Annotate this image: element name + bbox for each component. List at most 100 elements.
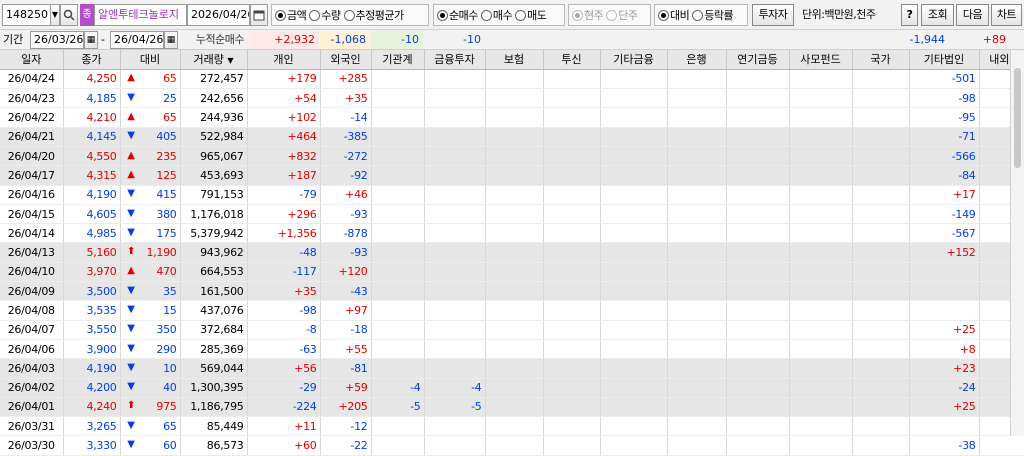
cell-trust: [543, 320, 601, 340]
unit-radio-0[interactable]: 금액: [275, 7, 307, 23]
calendar-icon[interactable]: [250, 4, 268, 26]
cell-close: 5,160: [63, 242, 121, 263]
next-button[interactable]: 다음: [956, 4, 989, 26]
cell-pe: [789, 358, 853, 379]
table-row[interactable]: 26/04/154,605▼3801,176,018+296-93-149-53: [0, 204, 1024, 225]
radio-circle-icon[interactable]: [437, 9, 448, 21]
calendar-from-icon[interactable]: ▦: [84, 31, 98, 49]
cell-indiv: -117: [247, 262, 321, 283]
trade-radio-label: 매수: [492, 9, 513, 22]
cum-indiv: +2,932: [247, 31, 319, 49]
col-pension[interactable]: 연기금등: [726, 50, 790, 70]
cell-oth-corp: +25: [909, 320, 980, 340]
cell-oth-corp: [909, 416, 980, 437]
help-button[interactable]: ?: [901, 4, 918, 26]
radio-circle-icon[interactable]: [343, 9, 355, 21]
trade-radio-0[interactable]: 순매수: [437, 7, 478, 23]
chart-button[interactable]: 차트: [991, 4, 1022, 26]
col-indiv[interactable]: 개인: [247, 50, 321, 70]
col-oth-fin[interactable]: 기타금융: [600, 50, 668, 70]
col-close[interactable]: 종가: [63, 50, 121, 70]
col-bank[interactable]: 은행: [667, 50, 727, 70]
cell-oth-corp: -24: [909, 378, 980, 398]
cell-trust: [543, 416, 601, 437]
table-row[interactable]: 26/04/073,550▼350372,684-8-18+25+2: [0, 320, 1024, 340]
cum-oth-corp: -1,944: [909, 33, 945, 46]
radio-circle-icon[interactable]: [572, 9, 583, 21]
share-radio-0[interactable]: 현주: [572, 7, 604, 23]
compare-radio-1[interactable]: 등락률: [692, 7, 734, 23]
code-dropdown-icon[interactable]: ▼: [50, 4, 60, 26]
radio-circle-icon[interactable]: [275, 9, 286, 21]
table-row[interactable]: 26/04/01 4,240 ⬆ 975 1,186,795 -224 +205 -5 -5 +2…: [0, 397, 1024, 418]
unit-radio-2[interactable]: 추정평균가: [343, 7, 405, 23]
radio-circle-icon[interactable]: [515, 9, 527, 21]
cell-change: ▼ 40: [120, 378, 181, 398]
col-volume[interactable]: 거래량 ▼: [180, 50, 248, 70]
col-foreign[interactable]: 외국인: [320, 50, 372, 70]
table-row[interactable]: 26/04/234,185▼25242,656+54+35-98+9: [0, 88, 1024, 109]
table-row[interactable]: 26/04/204,550▲235965,067+832-272-566+6: [0, 146, 1024, 167]
col-nation[interactable]: 국가: [852, 50, 910, 70]
table-row[interactable]: 26/04/06 3,900 ▼ 290 285,369 -63 +55 +8: [0, 339, 1024, 360]
col-pe[interactable]: 사모펀드: [789, 50, 853, 70]
table-row[interactable]: 26/04/135,160⬆1,190943,962-48-93+152-10: [0, 242, 1024, 263]
table-row[interactable]: 26/04/174,315▲125453,693+187-92-84-11: [0, 165, 1024, 186]
unit-radio-1[interactable]: 수량: [309, 7, 341, 23]
down-triangle-icon: ▼: [127, 323, 135, 335]
col-fin[interactable]: 금융투자: [424, 50, 486, 70]
trade-radio-1[interactable]: 매수: [480, 7, 513, 23]
trade-radio-2[interactable]: 매도: [515, 7, 547, 23]
table-row[interactable]: 26/04/14 4,985 ▼ 175 5,379,942 +1,356 -878 -567…: [0, 223, 1024, 244]
cell-ins: [485, 146, 544, 167]
cell-close: 3,970: [63, 262, 121, 283]
date-input[interactable]: 2026/04/26: [187, 4, 250, 26]
cell-ins: [485, 242, 544, 263]
radio-circle-icon[interactable]: [309, 9, 321, 21]
table-row[interactable]: 26/03/313,265▼6585,449+11-12+1: [0, 416, 1024, 437]
table-row[interactable]: 26/04/224,210▲65244,936+102-14-95+6: [0, 107, 1024, 128]
col-change[interactable]: 대비: [120, 50, 181, 70]
radio-circle-icon[interactable]: [606, 9, 618, 21]
search-icon[interactable]: [60, 4, 78, 26]
col-ins[interactable]: 보험: [485, 50, 544, 70]
cell-inst: [371, 223, 425, 244]
table-row[interactable]: 26/04/093,500▼35161,500+35-43+8: [0, 281, 1024, 302]
scrollbar-thumb[interactable]: [1014, 68, 1021, 168]
cell-pension: [726, 242, 790, 263]
table-row[interactable]: 26/03/30 3,330 ▼ 60 86,573 +60 -22 -38: [0, 435, 1024, 456]
calendar-to-icon[interactable]: ▦: [164, 31, 178, 49]
col-date[interactable]: 일자: [0, 50, 64, 70]
cell-bank: [667, 435, 727, 456]
radio-circle-icon[interactable]: [480, 9, 492, 21]
cell-bank: [667, 300, 727, 321]
col-trust[interactable]: 투신: [543, 50, 601, 70]
dropdown-triangle-icon[interactable]: ▼: [227, 56, 233, 65]
table-row[interactable]: 26/04/214,145▼405522,984+464-385-71-9: [0, 127, 1024, 147]
compare-radio-0[interactable]: 대비: [658, 7, 690, 23]
radio-circle-icon[interactable]: [692, 9, 704, 21]
vertical-scrollbar[interactable]: [1010, 50, 1024, 436]
cell-inst: [371, 281, 425, 302]
table-row[interactable]: 26/04/034,190▼10569,044+56-81+23+3: [0, 358, 1024, 379]
col-inst[interactable]: 기관계: [371, 50, 425, 70]
cell-indiv: +56: [247, 358, 321, 379]
cell-trust: [543, 107, 601, 128]
share-radio-1[interactable]: 단주: [606, 7, 638, 23]
period-to-input[interactable]: 26/04/26: [110, 31, 164, 49]
table-row[interactable]: 26/04/083,535▼15437,076-98+97+1: [0, 300, 1024, 321]
table-row[interactable]: 26/04/164,190▼415791,153-79+46+17+15: [0, 185, 1024, 205]
radio-circle-icon[interactable]: [658, 9, 669, 21]
query-button[interactable]: 조회: [921, 4, 954, 26]
table-row[interactable]: 26/04/024,200▼401,300,395-29+59-4-4-24-2: [0, 378, 1024, 398]
unit-radio-label: 추정평균가: [355, 9, 405, 22]
table-row[interactable]: 26/04/244,250▲65272,457+179+285-501+38: [0, 69, 1024, 90]
stock-code-input[interactable]: 148250: [2, 4, 51, 26]
investor-button[interactable]: 투자자: [752, 4, 794, 26]
col-oth-corp[interactable]: 기타법인: [909, 50, 980, 70]
period-from-input[interactable]: 26/03/26: [30, 31, 84, 49]
cell-fin: [424, 281, 486, 302]
cell-oth-fin: [600, 88, 668, 109]
cell-oth-fin: [600, 165, 668, 186]
table-row[interactable]: 26/04/103,970▲470664,553-117+120-3: [0, 262, 1024, 283]
